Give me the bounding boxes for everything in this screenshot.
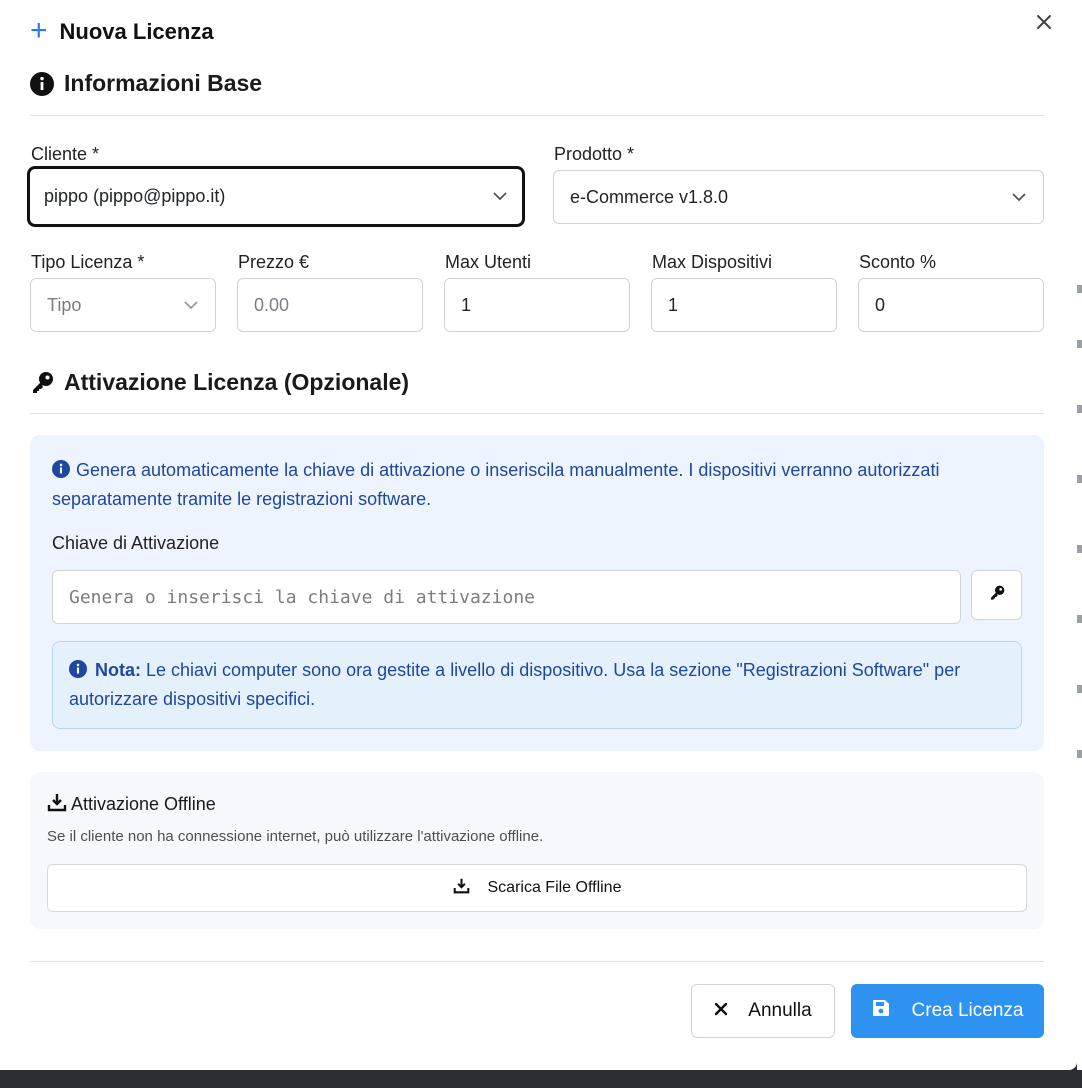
- info-circle-icon: [30, 71, 54, 96]
- activation-key-input[interactable]: Genera o inserisci la chiave di attivazi…: [52, 570, 961, 624]
- max-utenti-value: 1: [461, 294, 472, 315]
- cancel-button[interactable]: Annulla: [691, 984, 835, 1038]
- info-circle-icon: [69, 659, 87, 686]
- prodotto-select[interactable]: e-Commerce v1.8.0: [553, 170, 1044, 224]
- note-bold: Nota:: [95, 660, 141, 680]
- offline-panel: Attivazione Offline Se il cliente non ha…: [30, 772, 1044, 929]
- download-icon: [47, 792, 67, 817]
- prezzo-placeholder: 0.00: [254, 294, 290, 315]
- section-divider: [30, 115, 1044, 116]
- prezzo-input[interactable]: 0.00: [237, 278, 423, 332]
- section-base-title: Informazioni Base: [30, 70, 262, 97]
- close-icon[interactable]: [1032, 10, 1056, 34]
- create-license-label: Crea Licenza: [911, 1000, 1024, 1021]
- cancel-label: Annulla: [748, 1000, 812, 1021]
- offline-title-label: Attivazione Offline: [71, 794, 216, 814]
- download-offline-button[interactable]: Scarica File Offline: [47, 864, 1027, 912]
- save-icon: [872, 999, 890, 1023]
- modal-header: + Nuova Licenza: [30, 13, 214, 47]
- download-offline-label: Scarica File Offline: [487, 879, 622, 896]
- activation-info-panel: Genera automaticamente la chiave di atti…: [30, 435, 1044, 751]
- note-box: Nota: Le chiavi computer sono ora gestit…: [52, 641, 1022, 729]
- offline-title: Attivazione Offline: [47, 792, 216, 817]
- note-text: Le chiavi computer sono ora gestite a li…: [69, 660, 961, 709]
- prodotto-value: e-Commerce v1.8.0: [570, 186, 729, 207]
- tipo-licenza-select[interactable]: Tipo: [30, 278, 216, 332]
- cliente-value: pippo (pippo@pippo.it): [44, 186, 226, 206]
- create-license-button[interactable]: Crea Licenza: [851, 984, 1044, 1038]
- section-divider: [30, 413, 1044, 414]
- section-base-label: Informazioni Base: [64, 70, 263, 96]
- sconto-label: Sconto %: [859, 252, 937, 272]
- max-dispositivi-value: 1: [668, 294, 679, 315]
- key-label: Chiave di Attivazione: [52, 533, 220, 553]
- cliente-label: Cliente *: [31, 144, 100, 164]
- section-activation-label: Attivazione Licenza (Opzionale): [64, 369, 410, 395]
- key-icon: [30, 371, 54, 395]
- download-icon: [453, 877, 470, 899]
- cliente-select[interactable]: pippo (pippo@pippo.it): [27, 166, 525, 227]
- max-utenti-input[interactable]: 1: [444, 278, 630, 332]
- max-utenti-label: Max Utenti: [445, 252, 532, 272]
- footer-divider: [30, 961, 1044, 962]
- chevron-down-icon: [1011, 189, 1027, 205]
- max-dispositivi-input[interactable]: 1: [651, 278, 837, 332]
- prodotto-label: Prodotto *: [554, 144, 635, 164]
- modal-title: Nuova Licenza: [59, 19, 214, 44]
- activation-info-text: Genera automaticamente la chiave di atti…: [52, 457, 1012, 513]
- sconto-input[interactable]: 0: [858, 278, 1044, 332]
- tipo-licenza-label: Tipo Licenza *: [31, 252, 145, 272]
- max-dispositivi-label: Max Dispositivi: [652, 252, 773, 272]
- offline-description: Se il cliente non ha connessione interne…: [47, 828, 544, 845]
- chevron-down-icon: [492, 189, 508, 205]
- background-page-edge: [1077, 0, 1082, 1070]
- section-activation-title: Attivazione Licenza (Opzionale): [30, 369, 409, 396]
- close-icon: [714, 1000, 728, 1022]
- info-circle-icon: [52, 459, 70, 486]
- plus-icon: +: [30, 13, 48, 47]
- generate-key-button[interactable]: [971, 570, 1022, 620]
- activation-info-message: Genera automaticamente la chiave di atti…: [52, 460, 940, 509]
- tipo-licenza-placeholder: Tipo: [47, 294, 82, 315]
- sconto-value: 0: [875, 294, 886, 315]
- chevron-down-icon: [183, 297, 199, 313]
- prezzo-label: Prezzo €: [238, 252, 310, 272]
- key-icon: [989, 585, 1005, 606]
- new-license-modal: + Nuova Licenza Informazioni Base Client…: [0, 0, 1077, 1070]
